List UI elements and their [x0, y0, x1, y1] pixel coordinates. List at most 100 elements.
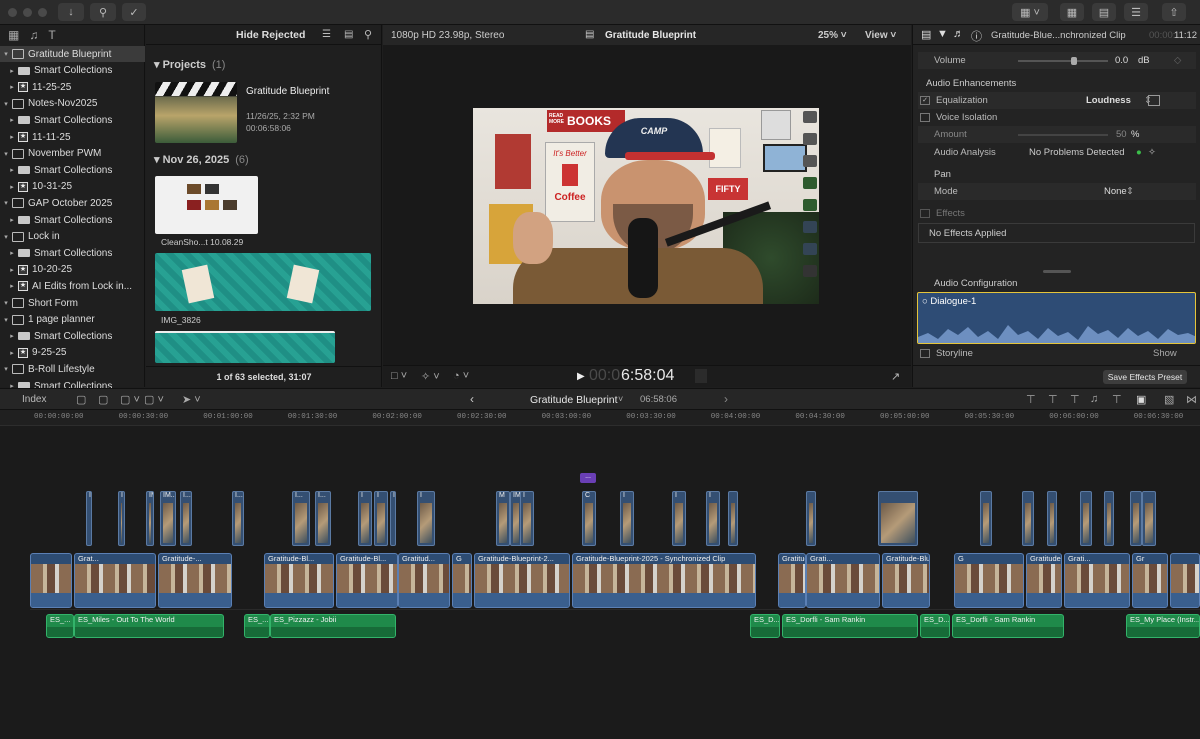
music-clip[interactable]: ES_...	[244, 614, 270, 638]
library-item[interactable]: ▾ GAP October 2025	[0, 195, 145, 211]
broll-clip[interactable]: M	[496, 491, 510, 546]
clip-thumbnail-partial[interactable]	[155, 331, 335, 363]
view-dropdown[interactable]: View ˅	[865, 30, 896, 41]
pan-row[interactable]: Pan	[918, 166, 1196, 183]
enhancements-row[interactable]: Audio Enhancements	[918, 75, 1196, 92]
broll-clip[interactable]: I	[374, 491, 388, 546]
primary-clip[interactable]	[30, 553, 72, 608]
titles-icon[interactable]: T	[48, 28, 55, 42]
audio-skimming-icon[interactable]: ⊤	[1048, 393, 1058, 406]
broll-clip[interactable]: IM...	[160, 491, 176, 546]
broll-clip[interactable]	[728, 491, 738, 546]
primary-clip[interactable]	[1170, 553, 1200, 608]
viewer-format[interactable]: 1080p HD 23.98p, Stereo	[391, 30, 504, 41]
disclosure-triangle-icon[interactable]: ▸	[8, 282, 16, 290]
library-item[interactable]: ▸ ★ 10-20-25	[0, 262, 145, 278]
broll-clip[interactable]: I	[417, 491, 435, 546]
index-button[interactable]: Index	[22, 394, 46, 405]
amount-slider[interactable]	[1018, 134, 1108, 136]
music-clip[interactable]: ES_Pizzazz - Jobii	[270, 614, 396, 638]
primary-clip[interactable]: Gratitude-...	[158, 553, 232, 608]
overwrite-clip-icon[interactable]: ▢ ˅	[120, 393, 140, 406]
music-icon[interactable]: ♫	[29, 28, 38, 42]
library-item[interactable]: ▸ Smart Collections	[0, 63, 145, 79]
broll-clip[interactable]: I...	[292, 491, 310, 546]
disclosure-triangle-icon[interactable]: ▾	[2, 299, 10, 307]
timeline[interactable]: ... IIIMIM...I...I...I...I...IIIIMIMG_23…	[0, 426, 1200, 739]
library-item[interactable]: ▾ Gratitude Blueprint	[0, 46, 145, 62]
storyline-checkbox[interactable]	[920, 349, 930, 358]
skimming-icon[interactable]: ⊤	[1026, 393, 1036, 406]
broll-clip[interactable]: I	[118, 491, 125, 546]
disclosure-triangle-icon[interactable]: ▾	[2, 233, 10, 241]
dialogue-role-box[interactable]: ○ Dialogue-1	[917, 292, 1196, 344]
disclosure-triangle-icon[interactable]: ▸	[8, 67, 16, 75]
primary-clip[interactable]: Gratitude-Blueprint-2025 - Synchronized …	[572, 553, 756, 608]
primary-clip[interactable]: Gratitude-Bl...	[264, 553, 334, 608]
insert-clip-icon[interactable]: ▢	[98, 393, 108, 406]
broll-clip[interactable]: I	[390, 491, 396, 546]
amount-value[interactable]: 50	[1116, 129, 1127, 140]
transitions-browser-icon[interactable]: ⋈	[1186, 393, 1197, 406]
broll-clip[interactable]: I...	[315, 491, 331, 546]
broll-clip[interactable]: I	[520, 491, 534, 546]
library-item[interactable]: ▾ Notes-Nov2025	[0, 96, 145, 112]
layout-icon[interactable]: ▦ ˅	[1012, 3, 1048, 21]
filter-dropdown[interactable]: Hide Rejected	[236, 29, 305, 41]
keyword-icon[interactable]: ⚲	[90, 3, 116, 21]
minimize-window-button[interactable]	[23, 8, 32, 17]
disclosure-triangle-icon[interactable]: ▾	[2, 316, 10, 324]
library-item[interactable]: ▸ ★ 11-11-25	[0, 129, 145, 145]
broll-clip[interactable]: IM	[146, 491, 154, 546]
disclosure-triangle-icon[interactable]: ▸	[8, 266, 16, 274]
filmstrip-icon[interactable]: ▤	[1092, 3, 1116, 21]
video-frame[interactable]: BOOKS READ MORE It's Better Coffee FIFTY…	[473, 108, 819, 304]
disclosure-triangle-icon[interactable]: ▾	[2, 365, 10, 373]
mode-popup-arrow[interactable]: ⇕	[1126, 186, 1134, 197]
library-item[interactable]: ▾ 1 page planner	[0, 312, 145, 328]
primary-clip[interactable]: Gratitude-Blueprint-2...	[474, 553, 570, 608]
volume-value[interactable]: 0.0	[1115, 55, 1128, 66]
library-item[interactable]: ▸ Smart Collections	[0, 328, 145, 344]
panel-divider[interactable]	[1043, 270, 1071, 273]
fullscreen-icon[interactable]: ↗	[891, 370, 900, 383]
broll-clip[interactable]: I	[672, 491, 686, 546]
save-effects-preset-button[interactable]: Save Effects Preset	[1103, 370, 1187, 384]
voice-isolation-checkbox[interactable]	[920, 113, 930, 122]
broll-clip[interactable]	[806, 491, 816, 546]
library-item[interactable]: ▸ ★ 10-31-25	[0, 179, 145, 195]
snapping-icon[interactable]: ⊤	[1112, 393, 1122, 406]
keyframe-icon[interactable]: ◇	[1174, 55, 1181, 66]
checkmark-circle-icon[interactable]: ✓	[122, 3, 146, 21]
disclosure-triangle-icon[interactable]: ▸	[8, 166, 16, 174]
library-item[interactable]: ▾ Lock in	[0, 229, 145, 245]
music-clip[interactable]: ES_...	[46, 614, 74, 638]
clip-thumbnail-hands[interactable]	[155, 253, 371, 311]
library-item[interactable]: ▸ Smart Collections	[0, 112, 145, 128]
angle-strip[interactable]	[803, 111, 817, 301]
headphones-icon[interactable]: ♫	[1090, 393, 1098, 405]
primary-clip[interactable]: Gr	[1132, 553, 1168, 608]
disclosure-triangle-icon[interactable]: ▸	[8, 83, 16, 91]
forward-arrow-icon[interactable]: ›	[724, 392, 728, 406]
broll-clip[interactable]	[1047, 491, 1057, 546]
broll-clip[interactable]: I	[358, 491, 372, 546]
broll-clip[interactable]: I...	[180, 491, 192, 546]
zoom-window-button[interactable]	[38, 8, 47, 17]
broll-clip[interactable]: I	[706, 491, 720, 546]
disclosure-triangle-icon[interactable]: ▸	[8, 249, 16, 257]
broll-clip[interactable]: I	[86, 491, 92, 546]
broll-clip[interactable]	[878, 491, 918, 546]
inspector-toggle-icon[interactable]: ☰	[1124, 3, 1148, 21]
music-clip[interactable]: ES_Dorfli - Sam Rankin	[952, 614, 1064, 638]
music-clip[interactable]: ES_My Place (Instr...	[1126, 614, 1200, 638]
equalization-checkbox[interactable]: ✓	[920, 96, 930, 105]
video-tab-icon[interactable]: ▤	[921, 28, 931, 41]
library-item[interactable]: ▸ ★ 9-25-25	[0, 345, 145, 361]
broll-clip[interactable]	[1130, 491, 1142, 546]
primary-clip[interactable]: Grati...	[1064, 553, 1130, 608]
effects-checkbox[interactable]	[920, 209, 930, 218]
eq-graph-icon[interactable]	[1148, 95, 1160, 106]
primary-clip[interactable]: Gratitud...	[398, 553, 450, 608]
library-item[interactable]: ▸ Smart Collections	[0, 212, 145, 228]
